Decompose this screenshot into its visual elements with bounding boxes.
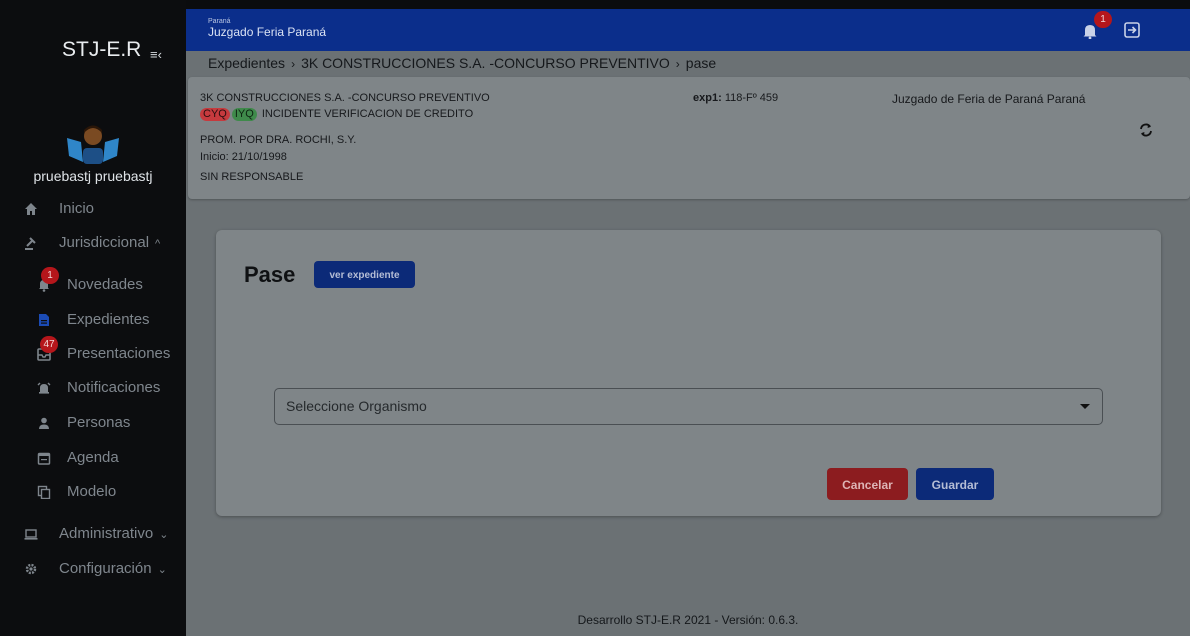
sidebar-item-presentaciones[interactable]: 47 Presentaciones	[0, 336, 186, 368]
case-juzgado: Juzgado de Feria de Paraná Paraná	[892, 92, 1086, 106]
laptop-icon	[24, 527, 38, 541]
sidebar: STJ-E.R ≡‹ pruebastj pruebastj Inicio Ju…	[0, 0, 186, 636]
calendar-icon	[37, 451, 51, 465]
ver-expediente-button[interactable]: ver expediente	[314, 261, 415, 288]
sidebar-item-label: Personas	[67, 414, 131, 431]
menu-collapse-icon[interactable]: ≡‹	[150, 47, 162, 62]
gavel-icon	[24, 236, 38, 250]
person-icon	[37, 416, 51, 430]
sync-icon[interactable]	[1138, 122, 1154, 138]
chevron-down-icon	[1080, 404, 1090, 409]
tag-iyq: IYQ	[231, 108, 257, 121]
sidebar-item-label: Agenda	[67, 449, 119, 466]
sidebar-item-label: Notificaciones	[67, 379, 161, 396]
organismo-select-placeholder: Seleccione Organismo	[286, 398, 427, 414]
sidebar-item-jurisdiccional[interactable]: Jurisdiccional ^	[0, 229, 186, 257]
breadcrumb-separator-icon: ›	[291, 57, 296, 71]
notifications-bell-icon[interactable]	[1083, 23, 1097, 39]
sidebar-item-label: Expedientes	[67, 311, 150, 328]
sidebar-item-label: Novedades	[67, 276, 143, 293]
sidebar-item-label: Inicio	[59, 200, 95, 217]
sidebar-item-novedades[interactable]: 1 Novedades	[0, 267, 186, 299]
notification-badge: 47	[40, 336, 58, 353]
case-expediente-number: exp1: 118-Fº 459	[693, 92, 778, 104]
breadcrumb-case[interactable]: 3K CONSTRUCCIONES S.A. -CONCURSO PREVENT…	[301, 55, 670, 71]
main-content: Expedientes › 3K CONSTRUCCIONES S.A. -CONC…	[186, 51, 1190, 636]
sidebar-item-label: Jurisdiccional	[59, 234, 150, 251]
sidebar-item-agenda[interactable]: Agenda	[0, 444, 186, 472]
logout-icon[interactable]	[1123, 21, 1141, 39]
chevron-down-icon: ⌄	[159, 529, 169, 541]
breadcrumb-separator-icon: ›	[675, 57, 680, 71]
breadcrumb: Expedientes › 3K CONSTRUCCIONES S.A. -CONC…	[208, 55, 716, 71]
breadcrumb-current: pase	[685, 55, 717, 71]
chevron-up-icon: ^	[155, 238, 161, 250]
chevron-down-icon: ⌄	[157, 564, 167, 576]
breadcrumb-expedientes[interactable]: Expedientes	[208, 55, 285, 71]
home-icon	[24, 202, 38, 216]
sidebar-item-personas[interactable]: Personas	[0, 409, 186, 437]
sidebar-item-expedientes[interactable]: Expedientes	[0, 306, 186, 334]
sidebar-item-administrativo[interactable]: Administrativo ⌄	[0, 520, 186, 548]
gear-icon	[24, 562, 38, 576]
case-subtitle: INCIDENTE VERIFICACION DE CREDITO	[261, 108, 474, 120]
app-brand: STJ-E.R	[62, 38, 142, 61]
footer-version: Desarrollo STJ-E.R 2021 - Versión: 0.6.3…	[577, 613, 799, 627]
sidebar-item-notificaciones[interactable]: Notificaciones	[0, 374, 186, 402]
save-button[interactable]: Guardar	[916, 468, 994, 500]
exp-label: exp1:	[693, 92, 722, 104]
case-prom: PROM. POR DRA. ROCHI, S.Y.	[200, 134, 357, 146]
avatar	[67, 125, 119, 164]
notification-count-badge: 1	[1094, 11, 1112, 28]
alarm-icon	[37, 381, 51, 395]
top-bar-city: Paraná	[208, 18, 231, 25]
sidebar-item-configuracion[interactable]: Configuración ⌄	[0, 555, 186, 583]
case-subtitle-line: CYQ IYQ INCIDENTE VERIFICACION DE CREDITO	[200, 108, 473, 121]
case-title: 3K CONSTRUCCIONES S.A. -CONCURSO PREVENT…	[200, 92, 490, 104]
case-inicio: Inicio: 21/10/1998	[200, 151, 287, 163]
top-bar-title: Juzgado Feria Paraná	[208, 25, 327, 39]
sidebar-item-label: Administrativo	[59, 525, 154, 542]
case-info-card: 3K CONSTRUCCIONES S.A. -CONCURSO PREVENT…	[188, 77, 1190, 199]
user-name: pruebastj pruebastj	[33, 168, 153, 184]
document-icon	[37, 313, 51, 327]
sidebar-item-inicio[interactable]: Inicio	[0, 195, 186, 223]
sidebar-item-label: Presentaciones	[67, 345, 171, 362]
tag-cyq: CYQ	[200, 108, 230, 121]
cancel-button[interactable]: Cancelar	[827, 468, 908, 500]
sidebar-item-modelo[interactable]: Modelo	[0, 478, 186, 506]
exp-value: 118-Fº 459	[724, 92, 779, 104]
sidebar-item-label: Configuración	[59, 560, 152, 577]
sidebar-item-label: Modelo	[67, 483, 117, 500]
page-title: Pase	[244, 262, 296, 287]
notification-badge: 1	[41, 267, 59, 284]
pase-form-card: Pase ver expediente Seleccione Organismo…	[216, 230, 1161, 516]
top-bar: Paraná Juzgado Feria Paraná 1	[186, 9, 1190, 51]
organismo-select[interactable]: Seleccione Organismo	[274, 388, 1103, 425]
case-responsable: SIN RESPONSABLE	[200, 171, 304, 183]
copy-icon	[37, 485, 51, 500]
